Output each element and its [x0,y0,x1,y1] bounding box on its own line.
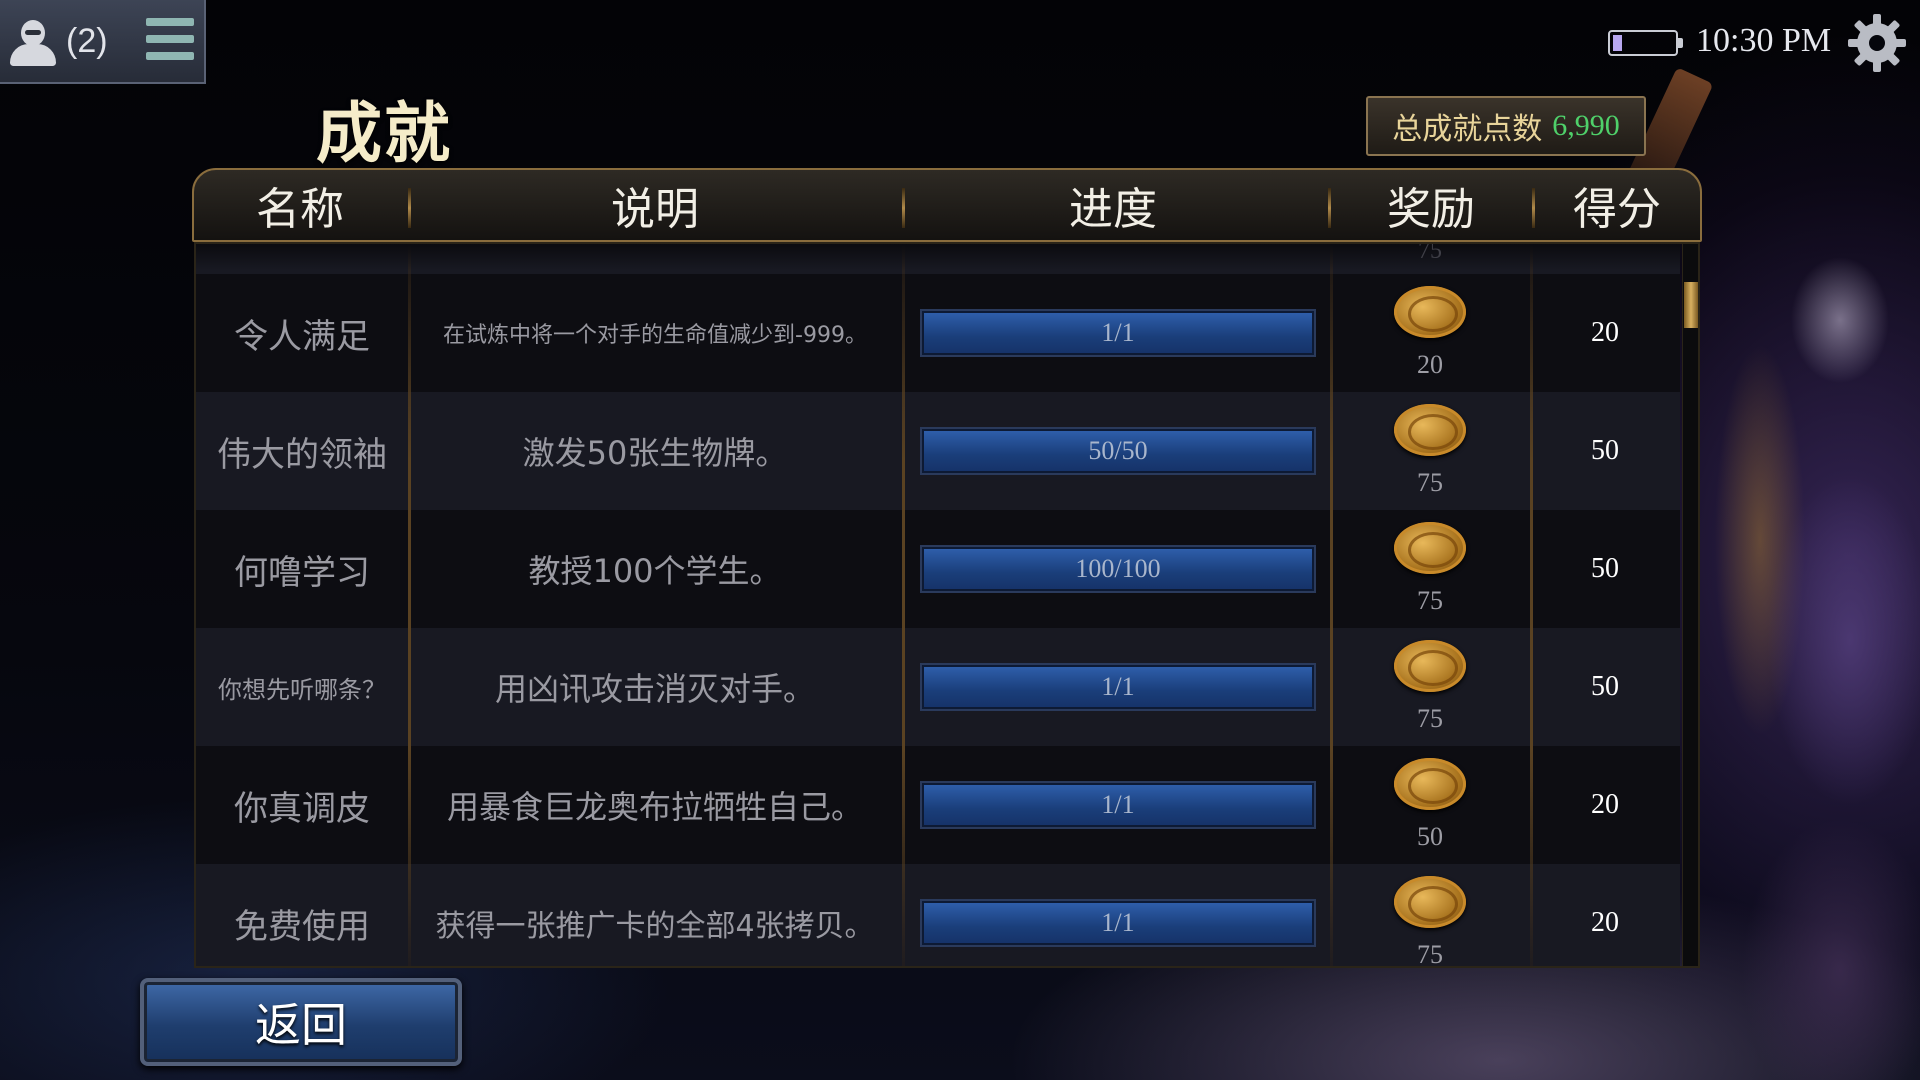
reward-value: 75 [1417,468,1443,497]
battery-icon [1608,30,1683,56]
achievement-description: 用暴食巨龙奥布拉牺牲自己。 [446,788,863,826]
table-row: 伟大的领袖 激发50张生物牌。 50/50 75 50 [196,392,1680,510]
gold-coin-icon [1394,286,1466,338]
progress-bar: 1/1 [920,309,1316,357]
achievement-name: 你真调皮 [234,788,370,829]
achievement-description: 用凶讯攻击消灭对手。 [494,670,815,708]
table-header: 名称 说明 进度 奖励 得分 [192,168,1702,242]
column-divider [1530,244,1533,966]
gold-coin-icon [1394,876,1466,928]
progress-bar: 1/1 [920,781,1316,829]
progress-text: 50/50 [1088,436,1148,465]
scrollbar-thumb[interactable] [1684,282,1698,328]
reward-value: 50 [1417,822,1443,851]
achievement-name: 伟大的领袖 [217,434,387,475]
clock: 10:30 PM [1696,22,1832,59]
progress-bar: 1/1 [920,663,1316,711]
player-avatar-icon [6,14,60,68]
header-name: 名称 [256,184,344,235]
back-button[interactable]: 返回 [140,978,462,1066]
achievement-description: 激发50张生物牌。 [522,434,788,472]
hamburger-menu-icon[interactable] [146,18,194,60]
column-divider [902,244,905,966]
reward-value: 75 [1417,586,1443,615]
header-reward: 奖励 [1387,184,1475,235]
table-row: 你真调皮 用暴食巨龙奥布拉牺牲自己。 1/1 50 20 [196,746,1680,864]
gold-coin-icon [1394,404,1466,456]
reward-value: 75 [1417,704,1443,733]
progress-cell: 100/100 [918,510,1318,628]
reward-cell: 75 [1330,510,1530,628]
achievement-description: 教授100个学生。 [528,552,782,590]
progress-cell: 1/1 [918,746,1318,864]
total-value: 6,990 [1552,109,1620,142]
table-row: 你想先听哪条？ 用凶讯攻击消灭对手。 1/1 75 50 [196,628,1680,746]
table-row: 令人满足 在试炼中将一个对手的生命值减少到-999。 1/1 20 20 [196,274,1680,392]
reward-value: 20 [1417,350,1443,379]
score-value: 20 [1591,789,1619,820]
score-value: 50 [1591,435,1619,466]
achievement-name: 免费使用 [234,906,370,947]
progress-bar: 1/1 [920,899,1316,947]
score-value: 50 [1591,553,1619,584]
scrollbar[interactable] [1682,244,1698,966]
reward-value: 75 [1417,940,1443,966]
progress-cell: 1/1 [918,628,1318,746]
progress-cell: 50/50 [918,392,1318,510]
gear-icon[interactable] [1846,12,1908,74]
score-value: 20 [1591,317,1619,348]
reward-cell: 75 [1330,628,1530,746]
achievement-name: 令人满足 [234,316,370,357]
page-title: 成就 [316,95,452,172]
header-divider [902,188,905,228]
hero-character-art [1700,120,1920,1080]
table-row: 免费使用 获得一张推广卡的全部4张拷贝。 1/1 75 20 [196,864,1680,966]
reward-cell: 20 [1330,274,1530,392]
achievement-list[interactable]: 令人满足 在试炼中将一个对手的生命值减少到-999。 1/1 20 20 伟大的… [196,244,1680,966]
total-label: 总成就点数 [1392,112,1543,147]
progress-bar: 50/50 [920,427,1316,475]
achievement-name: 何噜学习 [234,552,370,593]
header-score: 得分 [1573,184,1661,235]
reward-cell: 75 [1330,864,1530,966]
column-divider [408,244,411,966]
list-fade [196,244,1680,270]
reward-cell: 75 [1330,392,1530,510]
header-description: 说明 [611,184,699,235]
header-progress: 进度 [1069,184,1157,235]
table-row: 何噜学习 教授100个学生。 100/100 75 50 [196,510,1680,628]
progress-cell: 1/1 [918,274,1318,392]
gold-coin-icon [1394,640,1466,692]
gold-coin-icon [1394,758,1466,810]
total-achievement-points: 总成就点数 6,990 [1366,96,1646,156]
partial-reward-value: 75 [1418,238,1442,264]
progress-text: 100/100 [1075,554,1161,583]
achievement-description: 在试炼中将一个对手的生命值减少到-999。 [443,323,867,348]
progress-text: 1/1 [1101,672,1135,701]
progress-text: 1/1 [1101,908,1135,937]
progress-text: 1/1 [1101,318,1135,347]
progress-bar: 100/100 [920,545,1316,593]
reward-cell: 50 [1330,746,1530,864]
achievement-description: 获得一张推广卡的全部4张拷贝。 [435,909,875,944]
gold-coin-icon [1394,522,1466,574]
progress-cell: 1/1 [918,864,1318,966]
achievement-name: 你想先听哪条？ [218,675,386,704]
progress-text: 1/1 [1101,790,1135,819]
score-value: 20 [1591,907,1619,938]
column-divider [1330,244,1333,966]
player-count: (2) [66,21,108,60]
score-value: 50 [1591,671,1619,702]
